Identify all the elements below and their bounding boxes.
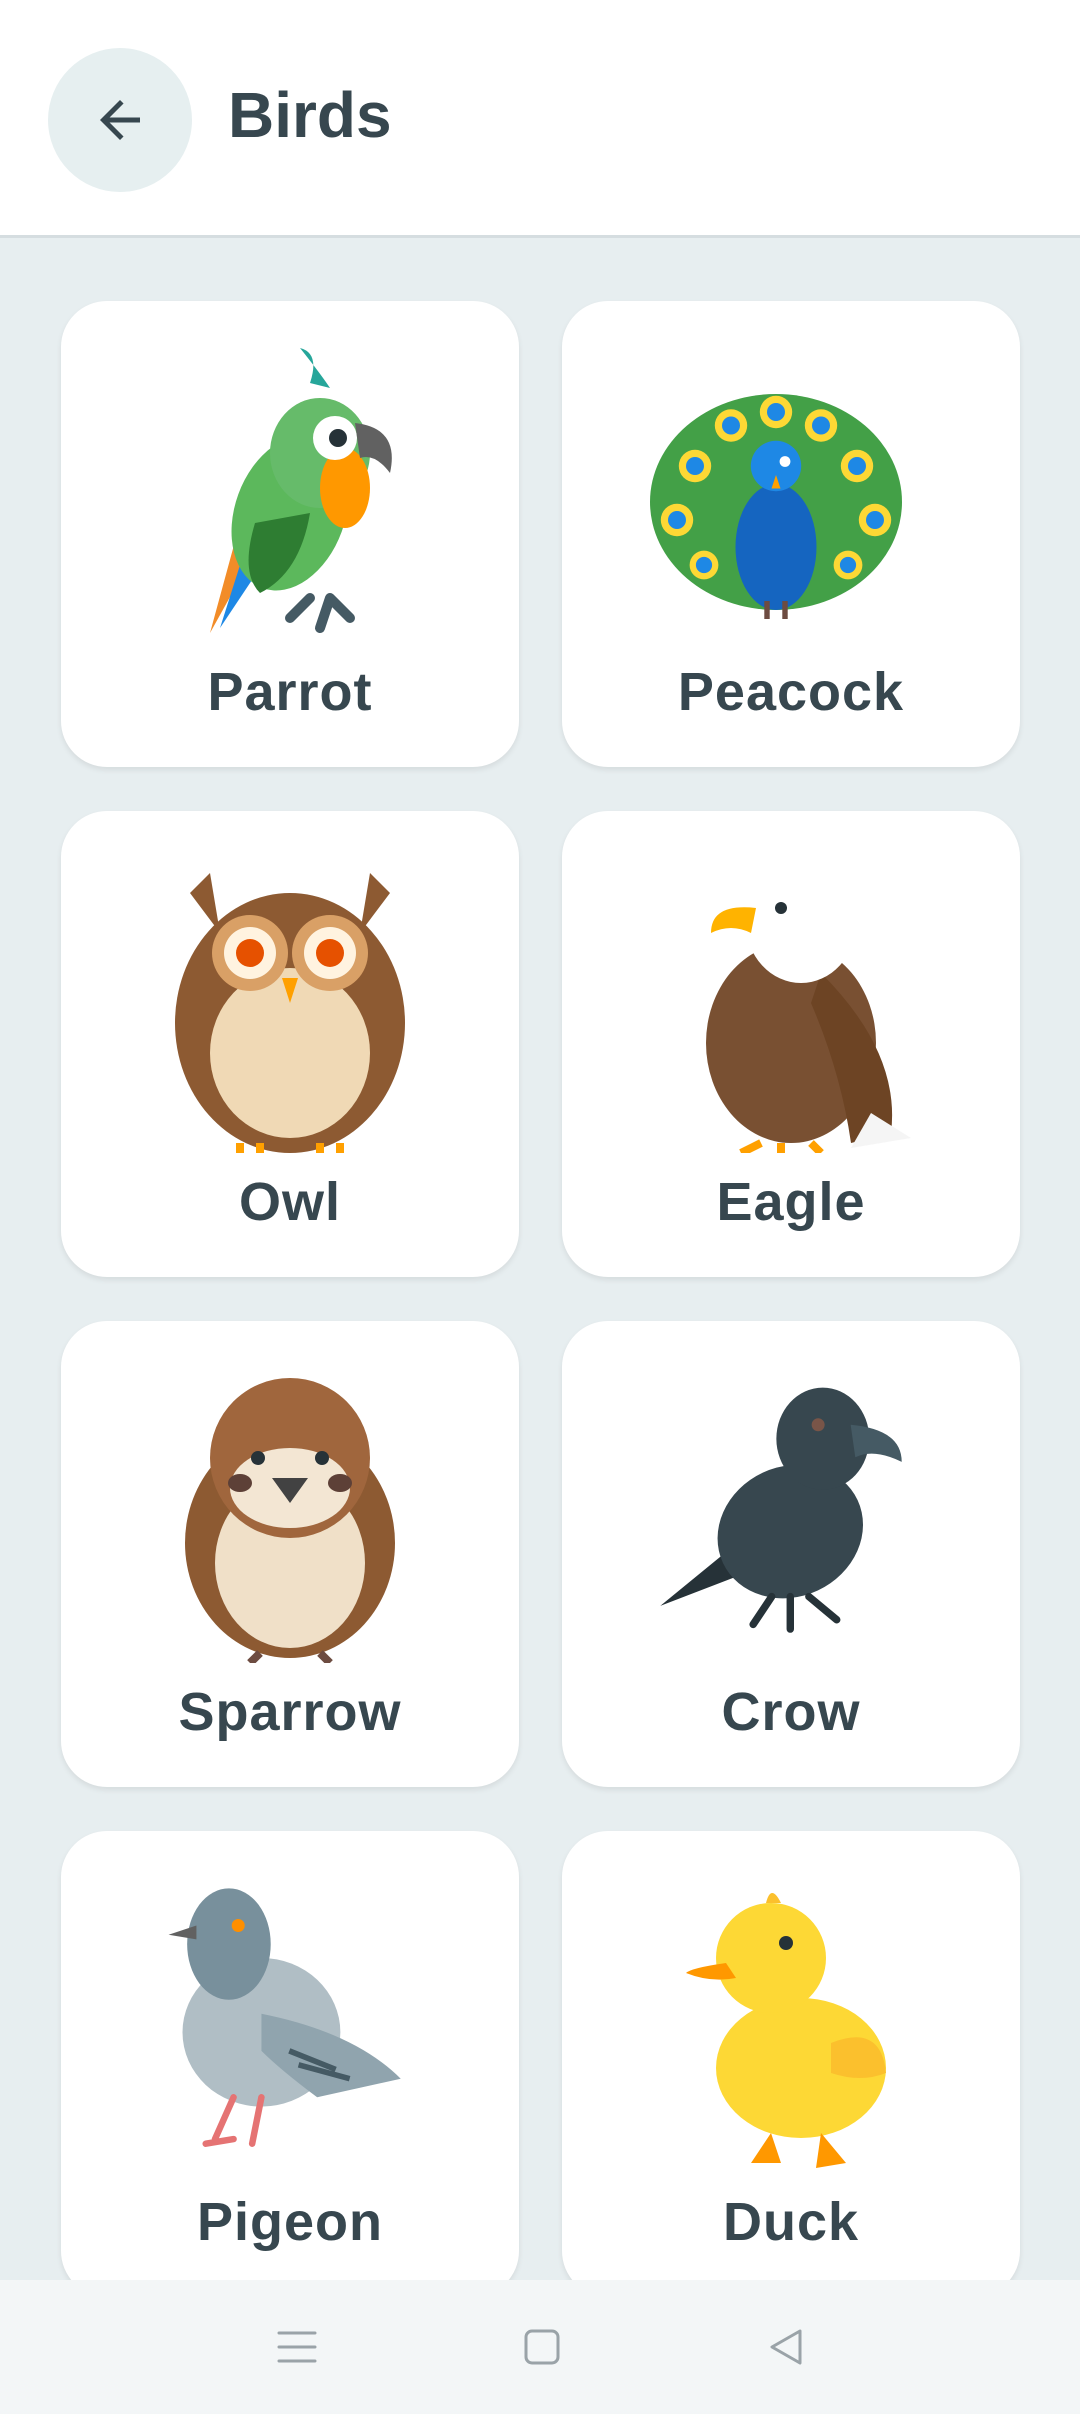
bird-label: Duck [722,2192,860,2252]
nav-back-button[interactable] [746,2307,826,2387]
bird-card-owl[interactable]: Owl [61,811,519,1277]
back-triangle-icon [770,2329,802,2365]
bird-card-duck[interactable]: Duck [562,1831,1020,2280]
bird-label: Crow [721,1682,861,1742]
sparrow-illustration [170,1363,410,1663]
arrow-left-icon [100,100,140,140]
bird-card-eagle[interactable]: Eagle [562,811,1020,1277]
pigeon-illustration [168,1873,410,2173]
menu-icon [277,2331,317,2363]
bird-label: Pigeon [196,2192,383,2252]
bird-grid: Parrot Peacock Owl Eagle Sparrow Crow Pi… [0,238,1080,2280]
bird-label: Eagle [716,1172,866,1232]
parrot-illustration [170,343,410,643]
bird-card-crow[interactable]: Crow [562,1321,1020,1787]
back-button[interactable] [48,48,192,192]
bird-card-peacock[interactable]: Peacock [562,301,1020,767]
bird-card-pigeon[interactable]: Pigeon [61,1831,519,2280]
nav-home-button[interactable] [502,2307,582,2387]
eagle-illustration [671,853,911,1153]
bird-card-parrot[interactable]: Parrot [61,301,519,767]
duck-illustration [671,1873,911,2173]
bird-card-sparrow[interactable]: Sparrow [61,1321,519,1787]
bird-label: Owl [238,1172,341,1232]
bird-label: Sparrow [178,1682,402,1742]
page-title: Birds [228,79,392,151]
crow-illustration [660,1363,911,1663]
owl-illustration [170,853,410,1153]
bird-label: Peacock [677,662,905,722]
nav-menu-button[interactable] [257,2307,337,2387]
bird-label: Parrot [207,662,373,722]
peacock-illustration [650,343,911,643]
app-bar: 4:38 Birds [0,0,1080,238]
system-nav-bar [0,2280,1080,2414]
home-square-icon [524,2329,560,2365]
